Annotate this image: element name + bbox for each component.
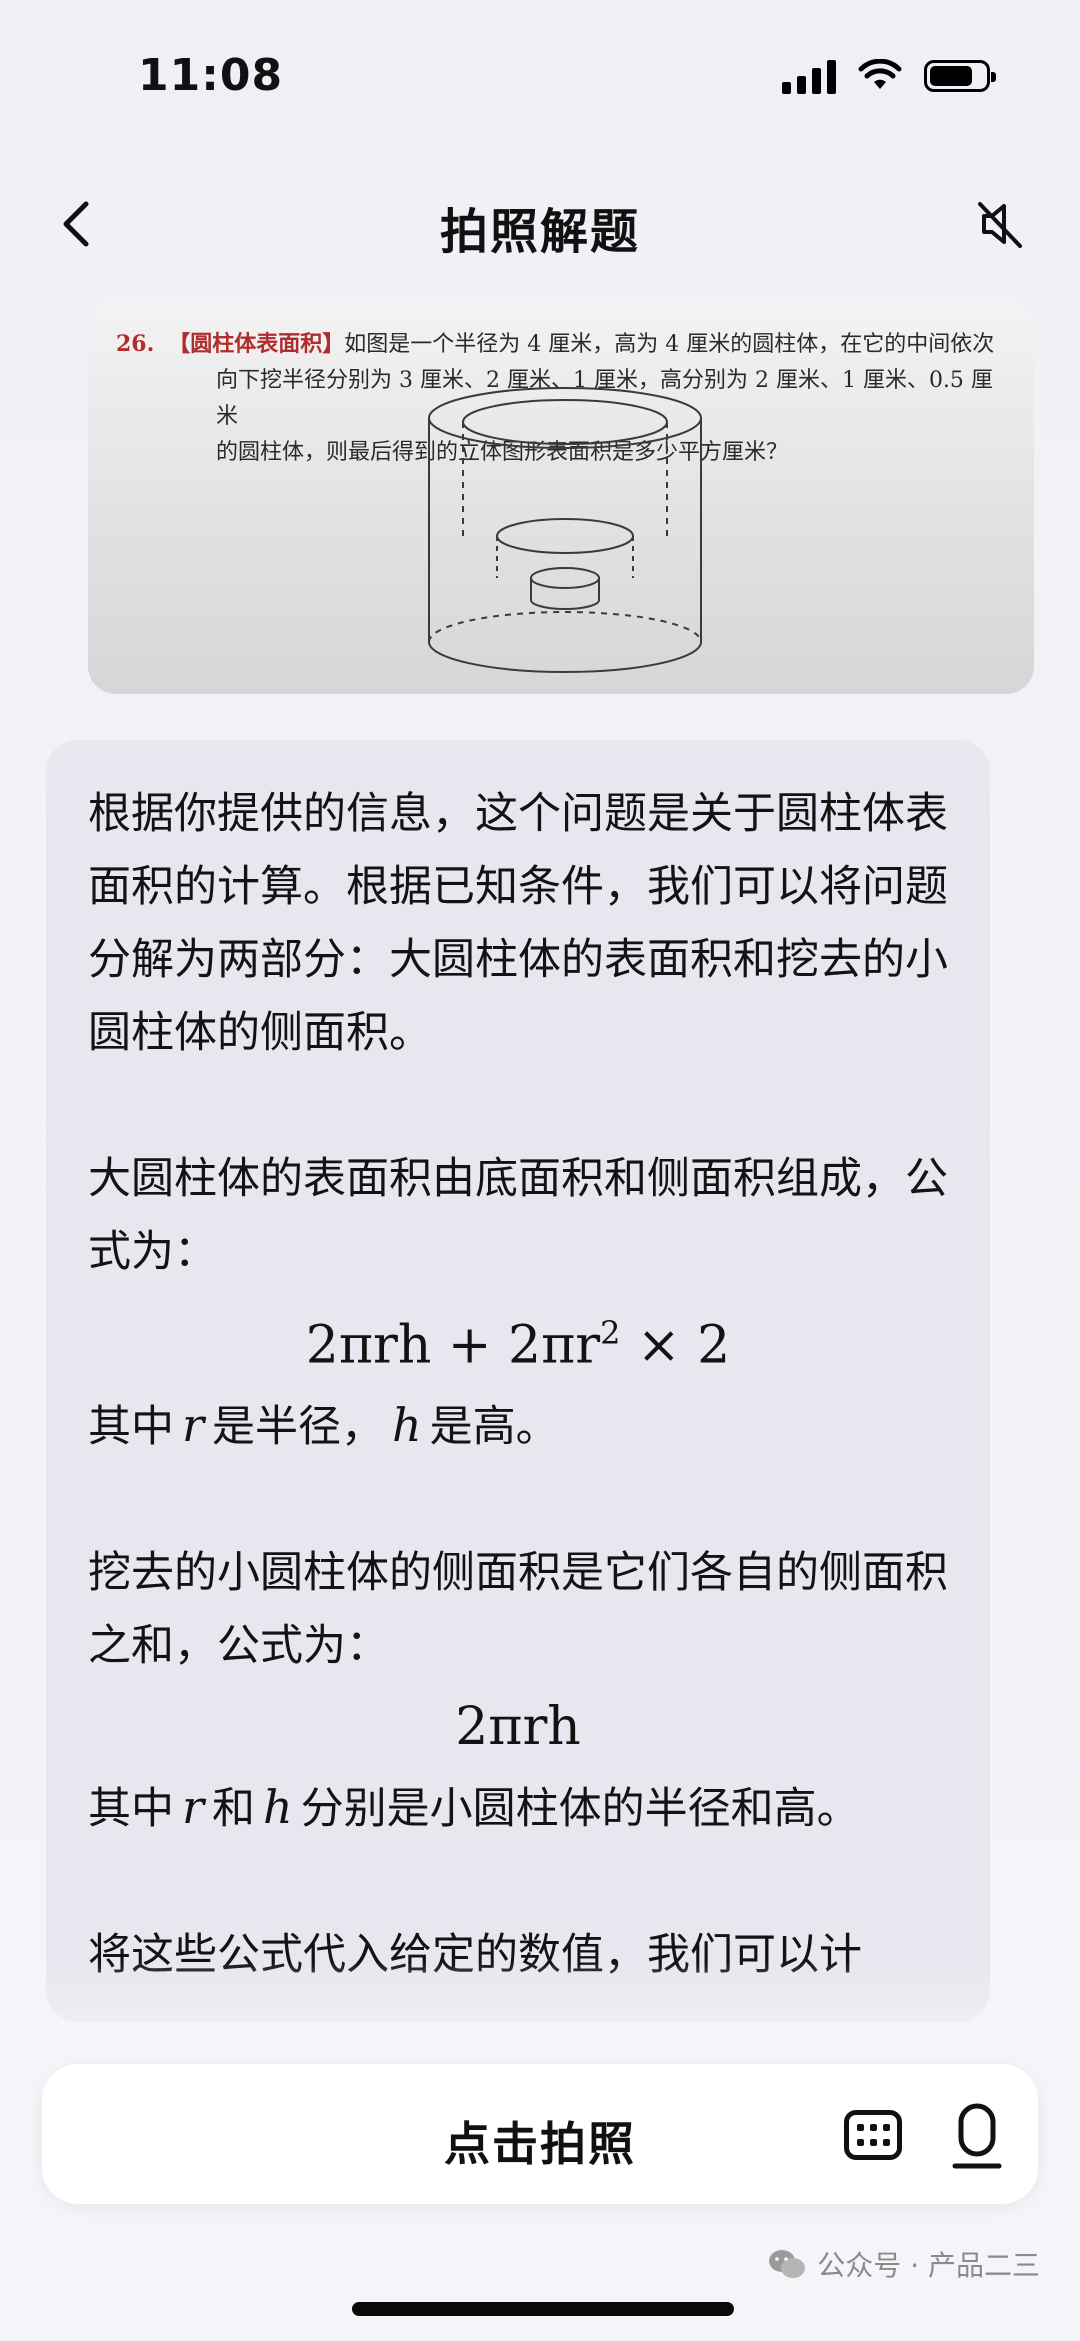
formula-1-main: 2πrh + 2πr (305, 1315, 601, 1376)
answer-paragraph-2: 大圆柱体的表面积由底面积和侧面积组成，公式为： (88, 1154, 948, 1277)
var-r: r (182, 1398, 204, 1453)
answer-content: 根据你提供的信息，这个问题是关于圆柱体表面积的计算。根据已知条件，我们可以将问题… (88, 778, 948, 1992)
var-r: r (182, 1780, 204, 1835)
var-h: h (263, 1780, 293, 1835)
p5-text-b: 和 (212, 1784, 255, 1835)
keyboard-icon[interactable] (844, 2110, 902, 2160)
answer-paragraph-5: 其中 r 和 h 分别是小圆柱体的半径和高。 (88, 1771, 948, 1846)
answer-card: 根据你提供的信息，这个问题是关于圆柱体表面积的计算。根据已知条件，我们可以将问题… (46, 740, 990, 2022)
answer-paragraph-1: 根据你提供的信息，这个问题是关于圆柱体表面积的计算。根据已知条件，我们可以将问题… (88, 789, 948, 1058)
home-indicator[interactable] (352, 2302, 734, 2316)
page-title: 拍照解题 (439, 204, 640, 260)
answer-paragraph-3: 其中 r 是半径， h 是高。 (88, 1389, 948, 1464)
status-icons (782, 58, 996, 94)
formula-1-tail: × 2 (620, 1315, 731, 1376)
wifi-icon (858, 59, 902, 89)
watermark: 公众号 · 产品二三 (767, 2244, 1040, 2284)
watermark-text: 公众号 · 产品二三 (817, 2249, 1040, 2282)
cylinder-diagram (428, 387, 702, 673)
nav-bar: 拍照解题 (0, 170, 1080, 280)
p5-text-a: 其中 (88, 1784, 174, 1835)
p5-text-c: 分别是小圆柱体的半径和高。 (300, 1784, 860, 1835)
formula-1-exponent: 2 (600, 1314, 621, 1352)
cellular-signal-icon (782, 58, 836, 94)
p3-text-c: 是高。 (429, 1402, 559, 1453)
screen: 11:08 拍照解题 26. 【圆柱体表面积】如图是一个半径为 4 厘米，高为 4… (0, 0, 1080, 2341)
formula-lateral-area: 2πrh (455, 1697, 581, 1758)
status-time: 11:08 (138, 50, 284, 101)
formula-surface-area: 2πrh + 2πr2 × 2 (88, 1289, 948, 1389)
answer-paragraph-4: 挖去的小圆柱体的侧面积是它们各自的侧面积之和，公式为： (88, 1548, 948, 1672)
var-h: h (392, 1398, 422, 1453)
p3-text-b: 是半径， (212, 1402, 384, 1453)
wechat-icon (769, 2250, 806, 2278)
status-bar: 11:08 (0, 0, 1080, 150)
problem-photo[interactable]: 26. 【圆柱体表面积】如图是一个半径为 4 厘米，高为 4 厘米的圆柱体，在它的… (88, 300, 1034, 694)
battery-icon (924, 60, 996, 92)
microphone-icon[interactable] (947, 2100, 1007, 2172)
scroll-fade (46, 1962, 990, 2022)
bottom-action-bar: 点击拍照 (42, 2064, 1038, 2204)
speaker-muted-icon[interactable] (970, 194, 1030, 254)
p3-text-a: 其中 (88, 1402, 174, 1453)
